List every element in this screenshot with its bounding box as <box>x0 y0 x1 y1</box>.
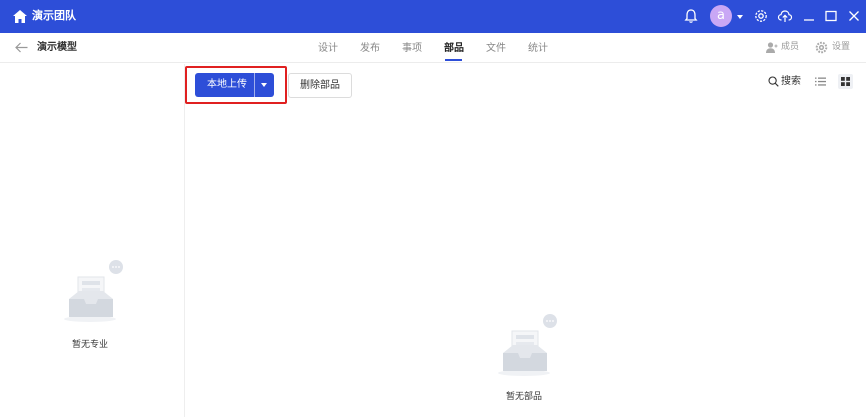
list-view-icon[interactable] <box>815 76 826 87</box>
empty-inbox-icon <box>64 260 123 322</box>
settings-label[interactable]: 设置 <box>832 41 850 54</box>
model-navbar: 演示模型 设计 发布 事项 部品 文件 统计 成员 设置 <box>0 33 866 63</box>
members-icon[interactable] <box>765 41 778 54</box>
grid-view-toggle[interactable] <box>838 74 853 89</box>
delete-parts-button[interactable]: 删除部品 <box>288 73 352 98</box>
cloud-upload-icon[interactable] <box>777 8 793 24</box>
settings-icon[interactable] <box>753 8 769 24</box>
chevron-down-icon[interactable] <box>737 15 743 19</box>
model-title: 演示模型 <box>37 42 77 53</box>
tab-files[interactable]: 文件 <box>486 42 506 55</box>
empty-discipline-text: 暂无专业 <box>72 340 109 350</box>
upload-dropdown-toggle[interactable] <box>255 73 274 97</box>
tab-parts[interactable]: 部品 <box>444 42 464 55</box>
caret-down-icon <box>261 83 267 87</box>
empty-inbox-icon <box>498 314 557 376</box>
tab-design[interactable]: 设计 <box>318 42 338 55</box>
tab-statistics[interactable]: 统计 <box>528 42 548 55</box>
minimize-icon[interactable] <box>801 8 817 24</box>
active-tab-indicator <box>445 59 462 61</box>
search-label: 搜索 <box>781 76 801 87</box>
user-avatar[interactable]: a <box>710 5 732 27</box>
tab-publish[interactable]: 发布 <box>360 42 380 55</box>
close-icon[interactable] <box>846 8 862 24</box>
upload-button-label: 本地上传 <box>207 79 247 90</box>
bell-icon[interactable] <box>683 8 699 24</box>
app-titlebar: 演示团队 a <box>0 0 866 33</box>
home-icon[interactable] <box>13 10 27 23</box>
local-upload-button[interactable]: 本地上传 <box>195 73 274 97</box>
gear-icon[interactable] <box>815 41 828 54</box>
maximize-icon[interactable] <box>823 8 839 24</box>
members-label[interactable]: 成员 <box>781 41 799 54</box>
discipline-panel: 暂无专业 <box>0 64 185 417</box>
grid-view-icon <box>841 77 850 86</box>
empty-parts-text: 暂无部品 <box>506 392 543 402</box>
team-name[interactable]: 演示团队 <box>32 9 76 23</box>
search-icon <box>768 76 779 87</box>
back-arrow-icon[interactable] <box>15 42 28 53</box>
tab-issues[interactable]: 事项 <box>402 42 422 55</box>
